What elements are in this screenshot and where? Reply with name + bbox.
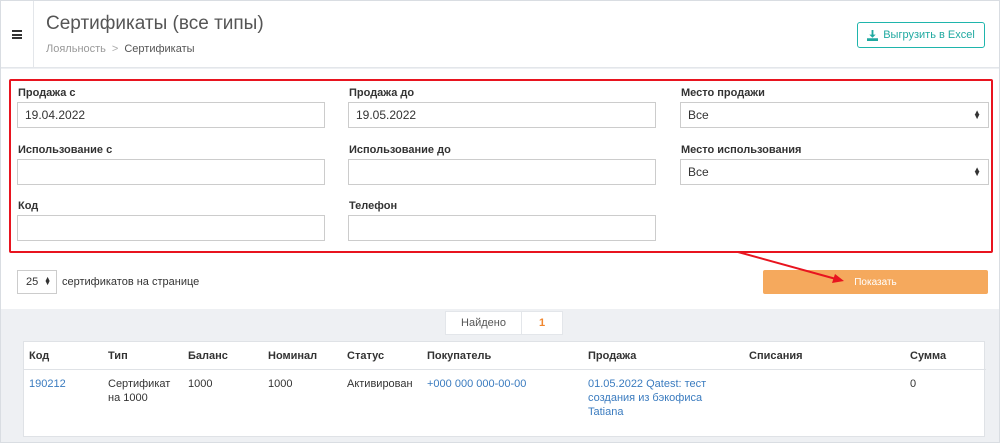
code-label: Код: [18, 200, 39, 212]
sale-place-select[interactable]: Все ▲ ▼: [680, 102, 989, 128]
column-header-balance[interactable]: Баланс: [183, 342, 263, 370]
sale-place-label: Место продажи: [681, 87, 765, 99]
certificate-code-link[interactable]: 190212: [29, 378, 66, 390]
sale-link[interactable]: 01.05.2022 Qatest: тест создания из бэко…: [588, 378, 706, 418]
breadcrumb-separator: >: [111, 43, 119, 55]
select-caret-icon: ▲ ▼: [973, 165, 981, 178]
column-header-nominal[interactable]: Номинал: [263, 342, 342, 370]
breadcrumb: Лояльность > Сертификаты: [46, 43, 195, 55]
export-excel-button[interactable]: Выгрузить в Excel: [857, 22, 985, 48]
page-header: Сертификаты (все типы) Лояльность > Серт…: [1, 1, 999, 68]
table-row: 190212 Сертификат на 1000 1000 1000 Акти…: [24, 370, 986, 427]
select-caret-icon: ▲ ▼: [44, 276, 51, 287]
certificate-nominal: 1000: [268, 378, 293, 390]
column-header-status[interactable]: Статус: [342, 342, 422, 370]
use-place-label: Место использования: [681, 144, 802, 156]
use-place-select[interactable]: Все ▲ ▼: [680, 159, 989, 185]
found-count: 1: [538, 317, 546, 329]
use-to-label: Использование до: [349, 144, 451, 156]
menu-toggle-button[interactable]: [1, 1, 34, 68]
phone-label: Телефон: [349, 200, 398, 212]
column-header-sum[interactable]: Сумма: [905, 342, 986, 370]
hamburger-icon: [12, 30, 22, 39]
certificates-table: Код Тип Баланс Номинал Статус Покупатель…: [23, 341, 986, 437]
per-page-label: сертификатов на странице: [62, 276, 200, 288]
column-header-sale[interactable]: Продажа: [583, 342, 744, 370]
sale-place-value: Все: [688, 108, 709, 122]
show-button[interactable]: Показать: [763, 270, 988, 294]
sale-to-label: Продажа до: [349, 87, 415, 99]
found-counter: Найдено 1: [445, 311, 563, 335]
certificate-status: Активирован: [347, 378, 413, 390]
column-header-code[interactable]: Код: [24, 342, 103, 370]
per-page-select[interactable]: 25 ▲ ▼: [17, 270, 57, 294]
certificate-sum: 0: [910, 378, 917, 390]
select-caret-icon: ▲ ▼: [973, 108, 981, 121]
use-from-label: Использование с: [18, 144, 113, 156]
certificate-type: Сертификат на 1000: [108, 378, 171, 404]
sale-from-input[interactable]: 19.04.2022: [17, 102, 325, 128]
use-from-input[interactable]: [17, 159, 325, 185]
buyer-link[interactable]: +000 000 000-00-00: [427, 378, 526, 390]
per-page-value: 25: [26, 276, 39, 288]
use-to-input[interactable]: [348, 159, 656, 185]
certificate-writeoffs: [744, 370, 905, 427]
certificate-balance: 1000: [188, 378, 213, 390]
column-header-buyer[interactable]: Покупатель: [422, 342, 583, 370]
page-title: Сертификаты (все типы): [46, 13, 264, 34]
export-excel-label: Выгрузить в Excel: [883, 29, 975, 41]
found-label: Найдено: [446, 312, 522, 334]
breadcrumb-parent[interactable]: Лояльность: [46, 43, 106, 55]
phone-input[interactable]: [348, 215, 656, 241]
download-icon: [867, 29, 879, 41]
sale-to-input[interactable]: 19.05.2022: [348, 102, 656, 128]
sale-from-label: Продажа с: [18, 87, 76, 99]
use-place-value: Все: [688, 165, 709, 179]
column-header-writeoffs[interactable]: Списания: [744, 342, 905, 370]
breadcrumb-current: Сертификаты: [124, 43, 195, 55]
column-header-type[interactable]: Тип: [103, 342, 183, 370]
code-input[interactable]: [17, 215, 325, 241]
table-header-row: Код Тип Баланс Номинал Статус Покупатель…: [24, 342, 986, 370]
